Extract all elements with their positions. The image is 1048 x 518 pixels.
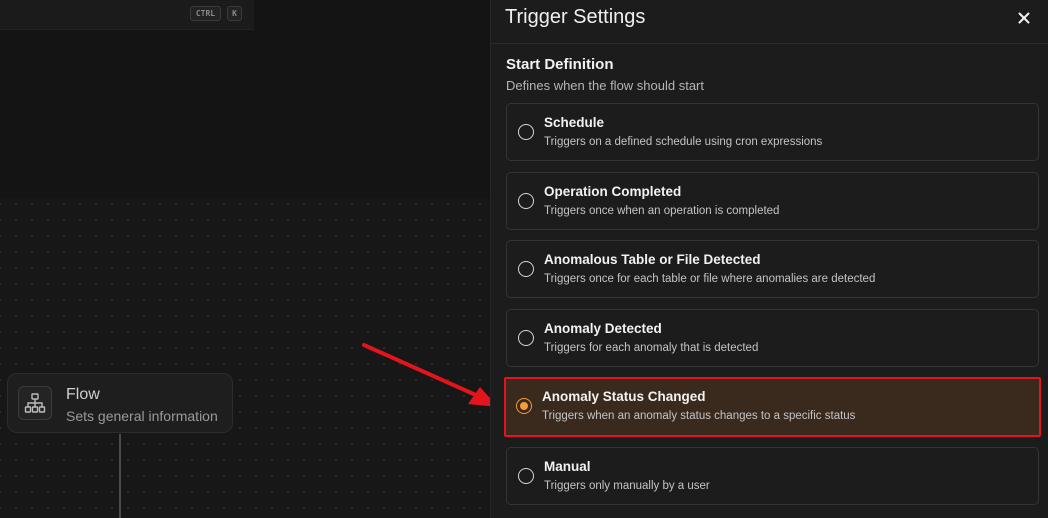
option-description: Triggers once for each table or file whe… xyxy=(544,273,876,285)
trigger-option-operation-completed[interactable]: Operation Completed Triggers once when a… xyxy=(506,172,1039,230)
option-description: Triggers when an anomaly status changes … xyxy=(542,410,856,422)
trigger-option-manual[interactable]: Manual Triggers only manually by a user xyxy=(506,447,1039,505)
command-search-bar[interactable]: CTRL K xyxy=(0,0,254,30)
sitemap-icon xyxy=(18,386,52,420)
panel-header: Trigger Settings xyxy=(491,0,1048,44)
option-title: Operation Completed xyxy=(544,184,682,199)
radio-button-selected[interactable] xyxy=(516,398,532,414)
option-title: Anomaly Status Changed xyxy=(542,389,706,404)
trigger-option-anomalous-table-or-file[interactable]: Anomalous Table or File Detected Trigger… xyxy=(506,240,1039,298)
flow-canvas[interactable]: CTRL K Flow Sets general information xyxy=(0,0,490,518)
flow-node[interactable]: Flow Sets general information xyxy=(7,373,233,433)
radio-button[interactable] xyxy=(518,261,534,277)
shortcut-key-k: K xyxy=(227,6,242,21)
radio-button[interactable] xyxy=(518,193,534,209)
trigger-option-anomaly-status-changed[interactable]: Anomaly Status Changed Triggers when an … xyxy=(504,377,1041,437)
radio-button[interactable] xyxy=(518,468,534,484)
close-icon xyxy=(1018,12,1030,24)
close-button[interactable] xyxy=(1013,7,1035,29)
option-title: Schedule xyxy=(544,115,605,130)
flow-node-title: Flow xyxy=(66,386,100,403)
trigger-option-schedule[interactable]: Schedule Triggers on a defined schedule … xyxy=(506,103,1039,161)
trigger-option-anomaly-detected[interactable]: Anomaly Detected Triggers for each anoma… xyxy=(506,309,1039,367)
trigger-settings-panel: Trigger Settings Start Definition Define… xyxy=(490,0,1048,518)
section-title: Start Definition xyxy=(506,56,614,73)
option-title: Anomalous Table or File Detected xyxy=(544,252,761,267)
radio-button[interactable] xyxy=(518,330,534,346)
option-description: Triggers only manually by a user xyxy=(544,480,710,492)
panel-title: Trigger Settings xyxy=(505,6,646,28)
option-description: Triggers on a defined schedule using cro… xyxy=(544,136,823,148)
shortcut-key-ctrl: CTRL xyxy=(190,6,221,21)
flow-node-subtitle: Sets general information xyxy=(66,408,218,424)
option-description: Triggers for each anomaly that is detect… xyxy=(544,342,759,354)
option-title: Manual xyxy=(544,459,591,474)
option-title: Anomaly Detected xyxy=(544,321,662,336)
radio-button[interactable] xyxy=(518,124,534,140)
section-subtitle: Defines when the flow should start xyxy=(506,78,704,93)
node-connector-line xyxy=(119,434,121,518)
option-description: Triggers once when an operation is compl… xyxy=(544,205,780,217)
